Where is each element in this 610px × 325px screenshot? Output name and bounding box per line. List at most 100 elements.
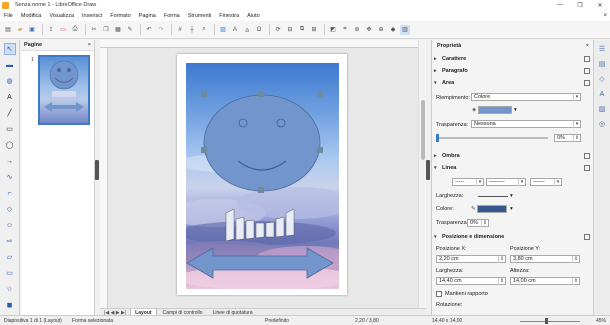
glue-points-icon[interactable]: ⊕: [376, 25, 386, 35]
distribute-icon[interactable]: ⊞: [309, 25, 319, 35]
pos-y-field[interactable]: 3,80 cm ⇕: [510, 255, 580, 263]
sidebar-collapse-handle[interactable]: [426, 160, 430, 180]
menu-finestra[interactable]: Finestra: [219, 13, 239, 19]
close-sidebar-icon[interactable]: ×: [586, 43, 589, 49]
properties-deck-icon[interactable]: ▤: [597, 59, 607, 69]
line-color-picker-icon[interactable]: ✎: [471, 206, 476, 212]
clone-formatting-icon[interactable]: ✎: [125, 25, 135, 35]
new-document-icon[interactable]: ▤: [3, 25, 13, 35]
points-icon[interactable]: ✥: [364, 25, 374, 35]
3d-objects-icon[interactable]: ◼: [4, 299, 16, 311]
zoom-level[interactable]: 45%: [596, 318, 606, 324]
zoom-slider-track[interactable]: [520, 321, 580, 322]
menu-visualizza[interactable]: Visualizza: [49, 13, 74, 19]
fill-color-dropdown-icon[interactable]: ▾: [514, 107, 517, 113]
menu-inserisci[interactable]: Inserisci: [82, 13, 102, 19]
more-options-icon[interactable]: [584, 153, 590, 159]
double-arrow-shape[interactable]: [185, 246, 335, 280]
special-character-icon[interactable]: Ω: [254, 25, 264, 35]
image-icon[interactable]: ▨: [218, 25, 228, 35]
scrollbar-thumb[interactable]: [421, 100, 425, 160]
textbox-icon[interactable]: A: [230, 25, 240, 35]
transparency-percent-field[interactable]: 0% ⇕: [554, 134, 581, 142]
navigator-deck-icon[interactable]: ◎: [597, 119, 607, 129]
menu-strumenti[interactable]: Strumenti: [188, 13, 212, 19]
menu-forma[interactable]: Forma: [164, 13, 180, 19]
line-width-preview[interactable]: [478, 196, 508, 197]
maximize-button[interactable]: ❐: [570, 0, 590, 10]
cut-icon[interactable]: ✂: [89, 25, 99, 35]
line-color-icon[interactable]: ▬: [4, 59, 16, 71]
area-transparency-select[interactable]: Nessuna ▾: [471, 120, 581, 128]
select-tool-icon[interactable]: ↖: [3, 43, 16, 55]
callouts-icon[interactable]: ▭: [4, 267, 16, 279]
line-transparency-field[interactable]: 0% ⇕: [467, 219, 489, 227]
line-end-style-select[interactable]: ─── ▾: [530, 178, 562, 186]
master-slides-icon[interactable]: ◇: [597, 74, 607, 84]
section-linea[interactable]: ▾ Linea: [434, 164, 590, 172]
more-options-icon[interactable]: [584, 80, 590, 86]
menu-modifica[interactable]: Modifica: [21, 13, 41, 19]
gallery-deck-icon[interactable]: ▨: [597, 104, 607, 114]
line-style-select[interactable]: ──── ▾: [486, 178, 526, 186]
fontwork-icon[interactable]: ａ: [242, 25, 252, 35]
pos-x-field[interactable]: 2,20 cm ⇕: [436, 255, 506, 263]
rectangle-tool-icon[interactable]: ▭: [4, 123, 16, 135]
export-icon[interactable]: ⇪: [46, 25, 56, 35]
symbol-shapes-icon[interactable]: ☺: [4, 219, 16, 231]
filter-icon[interactable]: ⊚: [352, 25, 362, 35]
menu-pagina[interactable]: Pagina: [139, 13, 156, 19]
line-width-dropdown-icon[interactable]: ▾: [510, 193, 513, 199]
section-posizione-dimensione[interactable]: ▾ Posizione e dimensione: [434, 233, 590, 241]
transformations-icon[interactable]: ⟳: [273, 25, 283, 35]
minimize-button[interactable]: —: [550, 0, 570, 10]
line-tool-icon[interactable]: ╱: [4, 107, 16, 119]
connector-tool-icon[interactable]: ⌐: [4, 187, 16, 199]
flowchart-icon[interactable]: ▱: [4, 251, 16, 263]
height-field[interactable]: 14,00 cm ⇕: [510, 277, 580, 285]
fill-type-select[interactable]: Colore ▾: [471, 93, 581, 101]
basic-shapes-icon[interactable]: ◇: [4, 203, 16, 215]
close-pages-panel-icon[interactable]: ×: [88, 42, 91, 48]
shadow-icon[interactable]: ◩: [328, 25, 338, 35]
fill-color-picker-icon[interactable]: ◈: [472, 107, 476, 113]
transparency-slider-handle[interactable]: [436, 134, 439, 142]
arrow-tool-icon[interactable]: →: [4, 155, 16, 167]
more-options-icon[interactable]: [584, 56, 590, 62]
more-options-icon[interactable]: [584, 165, 590, 171]
smiley-face-shape[interactable]: [200, 91, 324, 195]
page-thumbnail[interactable]: [38, 55, 90, 125]
paste-icon[interactable]: ▦: [113, 25, 123, 35]
fill-color-swatch[interactable]: [478, 106, 512, 114]
section-ombra[interactable]: ▸ Ombra: [434, 152, 590, 160]
width-field[interactable]: 14,40 cm ⇕: [436, 277, 506, 285]
block-arrows-icon[interactable]: ⇨: [4, 235, 16, 247]
align-icon[interactable]: ⊟: [285, 25, 295, 35]
textbox-tool-icon[interactable]: A: [4, 91, 16, 103]
line-color-swatch[interactable]: [477, 205, 507, 213]
section-area[interactable]: ▾ Area: [434, 79, 590, 87]
menu-aiuto[interactable]: Aiuto: [247, 13, 260, 19]
arrange-icon[interactable]: ⧉: [297, 25, 307, 35]
section-carattere[interactable]: ▸ Carattere: [434, 55, 590, 63]
pages-panel-collapse-handle[interactable]: [95, 160, 99, 180]
helplines-icon[interactable]: ┼: [187, 25, 197, 35]
fontwork-text-shape[interactable]: [222, 205, 302, 245]
sidebar-menu-icon[interactable]: ☰: [597, 44, 607, 54]
curve-tool-icon[interactable]: ∿: [4, 171, 16, 183]
line-start-style-select[interactable]: ----- ▾: [452, 178, 484, 186]
copy-icon[interactable]: ❐: [101, 25, 111, 35]
toggle-extrusion-icon[interactable]: ◆: [388, 25, 398, 35]
zoom-slider-handle[interactable]: [545, 318, 548, 324]
keep-ratio-checkbox[interactable]: [436, 291, 442, 297]
redo-icon[interactable]: ↷: [156, 25, 166, 35]
transparency-slider-track[interactable]: [436, 137, 548, 139]
fill-color-icon[interactable]: ◍: [4, 75, 16, 87]
stars-icon[interactable]: ☆: [4, 283, 16, 295]
section-paragrafo[interactable]: ▸ Paragrafo: [434, 67, 590, 75]
close-window-button[interactable]: ✕: [590, 0, 610, 10]
more-options-icon[interactable]: [584, 68, 590, 74]
ellipse-tool-icon[interactable]: ◯: [4, 139, 16, 151]
more-options-icon[interactable]: [584, 234, 590, 240]
zoom-icon[interactable]: ⌕: [199, 25, 209, 35]
